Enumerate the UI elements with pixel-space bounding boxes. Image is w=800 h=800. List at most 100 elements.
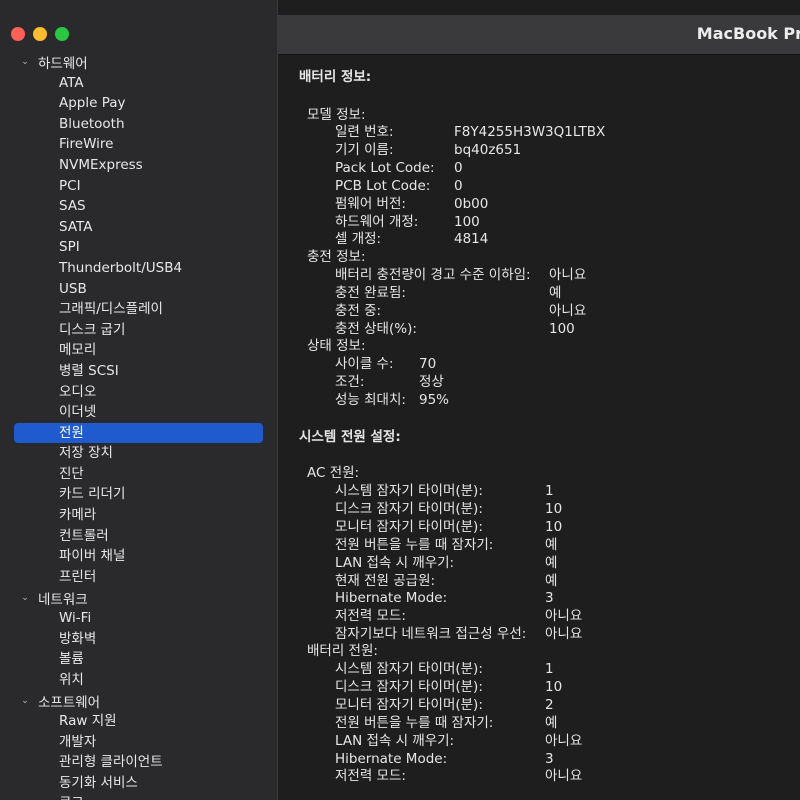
titlebar: MacBook Pro — [278, 15, 800, 55]
info-value: 정상 — [419, 373, 444, 390]
info-key: PCB Lot Code: — [335, 177, 431, 194]
info-value: 아니요 — [545, 768, 583, 785]
sidebar-item[interactable]: 이더넷 — [0, 402, 277, 423]
subsection-heading: 배터리 전원: — [307, 643, 378, 659]
info-key: 전원 버튼을 누를 때 잠자기: — [335, 536, 494, 553]
sidebar-tree: ⌄ 하드웨어 ATA Apple Pay Bluetooth FireWire NVMExp… — [0, 52, 277, 800]
sidebar-item[interactable]: NVMExpress — [0, 155, 277, 176]
sidebar-item[interactable]: FireWire — [0, 134, 277, 155]
info-value: 아니요 — [545, 626, 583, 643]
sidebar-item[interactable]: Bluetooth — [0, 114, 277, 135]
info-key: 하드웨어 개정: — [335, 213, 419, 230]
info-key: 조건: — [335, 373, 365, 390]
info-value: 예 — [545, 714, 558, 731]
info-key: LAN 접속 시 깨우기: — [335, 732, 455, 749]
subsection-heading: 충전 정보: — [307, 249, 366, 265]
sidebar-item[interactable]: 관리형 클라이언트 — [0, 752, 277, 773]
sidebar-item[interactable]: Apple Pay — [0, 93, 277, 114]
sidebar-item[interactable]: 카메라 — [0, 505, 277, 526]
chevron-down-icon[interactable]: ⌄ — [17, 593, 33, 603]
info-value: 95% — [419, 391, 450, 408]
minimize-button[interactable] — [33, 27, 47, 41]
info-key: 셀 개정: — [335, 231, 382, 248]
info-value: 3 — [545, 750, 554, 767]
sidebar-item[interactable]: 볼륨 — [0, 649, 277, 670]
sidebar-item[interactable]: 전원 — [14, 422, 263, 444]
sidebar-item[interactable]: 개발자 — [0, 732, 277, 753]
info-value: 예 — [549, 284, 562, 301]
info-value: 1 — [545, 483, 554, 499]
sidebar-group[interactable]: ⌄ 하드웨어 — [0, 52, 277, 73]
info-key: 배터리 충전량이 경고 수준 이하임: — [335, 267, 531, 283]
info-key: 기기 이름: — [335, 141, 394, 158]
info-value: 70 — [419, 356, 437, 372]
sidebar-group[interactable]: ⌄ 소프트웨어 — [0, 690, 277, 711]
sidebar-group-label: 네트워크 — [38, 591, 88, 608]
sidebar-item[interactable]: 파이버 채널 — [0, 546, 277, 567]
sidebar-item[interactable]: ATA — [0, 73, 277, 94]
sidebar-item[interactable]: Wi-Fi — [0, 608, 277, 629]
info-key: 일련 번호: — [335, 124, 394, 140]
sidebar-item[interactable]: 진단 — [0, 464, 277, 485]
info-value: 1 — [545, 661, 554, 677]
info-value: 10 — [545, 518, 563, 535]
sidebar-item[interactable]: 로그 — [0, 793, 277, 800]
info-value: 예 — [545, 554, 558, 571]
sidebar-item[interactable]: 병렬 SCSI — [0, 361, 277, 382]
sidebar-item[interactable]: 디스크 굽기 — [0, 320, 277, 341]
sidebar-group[interactable]: ⌄ 네트워크 — [0, 587, 277, 608]
info-key: 충전 상태(%): — [335, 320, 417, 337]
info-key: 성능 최대치: — [335, 391, 406, 408]
sidebar-item[interactable]: Thunderbolt/USB4 — [0, 258, 277, 279]
info-value: 0 — [454, 177, 463, 194]
info-key: Hibernate Mode: — [335, 590, 448, 607]
sidebar-item[interactable]: 위치 — [0, 670, 277, 691]
window-controls — [11, 27, 69, 41]
info-value: 100 — [454, 213, 480, 230]
info-key: 디스크 잠자기 타이머(분): — [335, 678, 483, 695]
sidebar-group-label: 소프트웨어 — [38, 694, 101, 711]
info-value: 10 — [545, 678, 563, 695]
info-value: bq40z651 — [454, 141, 522, 158]
sidebar-item[interactable]: 메모리 — [0, 340, 277, 361]
info-value: 4814 — [454, 231, 489, 248]
sidebar-item[interactable]: 카드 리더기 — [0, 484, 277, 505]
sidebar-item[interactable]: 오디오 — [0, 382, 277, 403]
info-value: 10 — [545, 500, 563, 517]
info-key: 시스템 잠자기 타이머(분): — [335, 483, 483, 499]
sidebar-item[interactable]: 프린터 — [0, 567, 277, 588]
sidebar-item[interactable]: 컨트롤러 — [0, 526, 277, 547]
sidebar-item[interactable]: Raw 지원 — [0, 711, 277, 732]
chevron-down-icon[interactable]: ⌄ — [17, 696, 33, 706]
sidebar: ⌄ 하드웨어 ATA Apple Pay Bluetooth FireWire NVMExp… — [0, 0, 278, 800]
sidebar-item[interactable]: SATA — [0, 217, 277, 238]
info-value: F8Y4255H3W3Q1LTBX — [454, 124, 606, 140]
zoom-button[interactable] — [55, 27, 69, 41]
info-key: 모니터 잠자기 타이머(분): — [335, 696, 483, 713]
info-value: 예 — [545, 572, 558, 589]
chevron-down-icon[interactable]: ⌄ — [17, 57, 33, 67]
info-key: 펌웨어 버전: — [335, 195, 406, 212]
info-value: 0 — [454, 159, 463, 176]
close-button[interactable] — [11, 27, 25, 41]
subsection-heading: AC 전원: — [307, 465, 360, 481]
sidebar-group-label: 하드웨어 — [38, 56, 88, 73]
info-value: 아니요 — [549, 302, 587, 319]
sidebar-item[interactable]: 동기화 서비스 — [0, 773, 277, 794]
sidebar-item[interactable]: 방화벽 — [0, 629, 277, 650]
section-heading: 시스템 전원 설정: — [299, 429, 401, 445]
sidebar-item[interactable]: 저장 장치 — [0, 443, 277, 464]
subsection-heading: 모델 정보: — [307, 107, 366, 123]
sidebar-item[interactable]: PCI — [0, 176, 277, 197]
info-key: 충전 중: — [335, 302, 382, 319]
sidebar-item[interactable]: SPI — [0, 237, 277, 258]
info-value: 100 — [549, 320, 575, 337]
sidebar-item[interactable]: SAS — [0, 196, 277, 217]
info-key: 모니터 잠자기 타이머(분): — [335, 518, 483, 535]
info-value: 0b00 — [454, 195, 489, 212]
subsection-heading: 상태 정보: — [307, 338, 366, 354]
info-key: Pack Lot Code: — [335, 159, 435, 176]
info-value: 3 — [545, 590, 554, 607]
sidebar-item[interactable]: USB — [0, 279, 277, 300]
sidebar-item[interactable]: 그래픽/디스플레이 — [0, 299, 277, 320]
